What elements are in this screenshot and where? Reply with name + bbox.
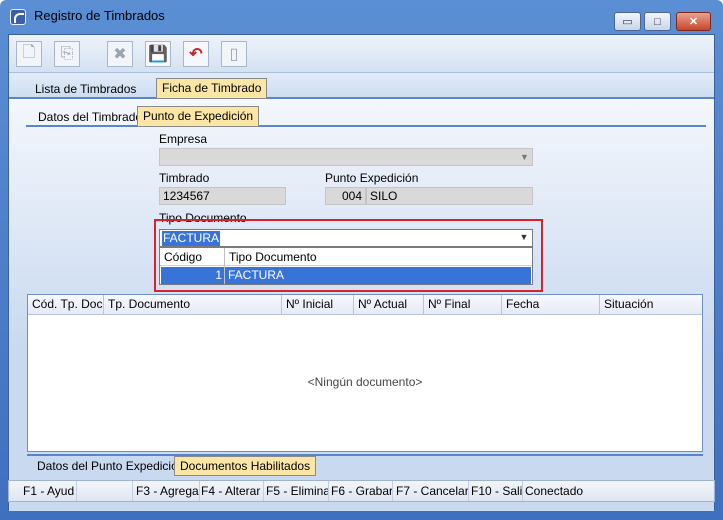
dropdown-row-tipo: FACTURA (228, 268, 285, 282)
grid-col-fecha[interactable]: Fecha (502, 295, 600, 315)
top-tab-strip: Lista de Timbrados Ficha de Timbrado (9, 73, 714, 99)
grid-col-cod-tp-doc[interactable]: Cód. Tp. Doc. (28, 295, 104, 315)
status-spacer (77, 481, 133, 501)
dropdown-col-codigo: Código (164, 250, 203, 264)
edit-document-icon[interactable]: ⎘ (54, 41, 80, 67)
tab-datos-timbrado[interactable]: Datos del Timbrado (32, 107, 148, 127)
bottom-tab-strip: Datos del Punto Expedición Documentos Ha… (27, 454, 703, 476)
status-connection: Conectado (525, 484, 584, 498)
grid-col-nro-actual[interactable]: Nº Actual (354, 295, 424, 315)
window-title: Registro de Timbrados (34, 8, 165, 23)
status-bar: F1 - Ayud F3 - Agrega F4 - Alterar F5 - … (8, 480, 715, 502)
tipo-documento-combo[interactable]: FACTURA ▼ (159, 229, 533, 247)
maximize-button[interactable]: □ (644, 12, 671, 31)
title-bar[interactable]: Registro de Timbrados ▭ □ ✕ (0, 0, 723, 34)
undo-icon[interactable]: ↶ (183, 41, 209, 67)
status-f7-cancelar[interactable]: F7 - Cancelar (396, 481, 469, 501)
sub-tab-strip: Datos del Timbrado Punto de Expedición (26, 105, 706, 127)
dropdown-row-codigo: 1 (215, 268, 222, 282)
grid-col-nro-final[interactable]: Nº Final (424, 295, 502, 315)
tipo-documento-dropdown: Código Tipo Documento 1 FACTURA (159, 247, 533, 285)
empresa-select[interactable]: ▼ (159, 148, 533, 166)
tab-lista-timbrados[interactable]: Lista de Timbrados (29, 79, 142, 99)
grid-empty-message: <Ningún documento> (307, 375, 423, 389)
exit-icon[interactable]: ▯ (221, 41, 247, 67)
new-document-icon[interactable]: 🗋 (16, 41, 42, 67)
dropdown-row[interactable]: 1 FACTURA (161, 267, 531, 284)
punto-expedicion-label: Punto Expedición (325, 171, 419, 185)
client-area: 🗋 ⎘ ✖ 💾 ↶ ▯ Lista de Timbrados Ficha de … (8, 34, 715, 511)
dropdown-col-tipo: Tipo Documento (229, 250, 317, 264)
grid-col-nro-inicial[interactable]: Nº Inicial (282, 295, 354, 315)
toolbar: 🗋 ⎘ ✖ 💾 ↶ ▯ (9, 35, 714, 73)
status-f1-ayuda[interactable]: F1 - Ayud (23, 481, 77, 501)
app-icon (10, 9, 26, 25)
grid-header: Cód. Tp. Doc. Tp. Documento Nº Inicial N… (28, 295, 702, 315)
status-f4-alterar[interactable]: F4 - Alterar (201, 481, 264, 501)
tab-datos-punto-expedicion[interactable]: Datos del Punto Expedición (31, 456, 190, 476)
documents-grid[interactable]: Cód. Tp. Doc. Tp. Documento Nº Inicial N… (27, 294, 703, 452)
grid-col-situacion[interactable]: Situación (600, 295, 702, 315)
status-f5-eliminar[interactable]: F5 - Elimina (266, 481, 329, 501)
close-button[interactable]: ✕ (676, 12, 711, 31)
application-window: Registro de Timbrados ▭ □ ✕ 🗋 ⎘ ✖ 💾 ↶ ▯ … (0, 0, 723, 520)
chevron-down-icon: ▼ (520, 152, 529, 162)
dropdown-header: Código Tipo Documento (160, 248, 532, 266)
tipo-documento-value: FACTURA (162, 231, 221, 246)
dropdown-column-divider (224, 248, 225, 284)
punto-name-field[interactable]: SILO (366, 187, 533, 205)
delete-icon[interactable]: ✖ (107, 41, 133, 67)
tab-documentos-habilitados[interactable]: Documentos Habilitados (174, 456, 317, 476)
punto-code-field[interactable]: 004 (325, 187, 366, 205)
timbrado-field[interactable]: 1234567 (159, 187, 286, 205)
status-f10-salir[interactable]: F10 - Salir (471, 481, 523, 501)
grid-col-tp-documento[interactable]: Tp. Documento (104, 295, 282, 315)
ficha-panel: Datos del Timbrado Punto de Expedición E… (9, 99, 714, 511)
empresa-label: Empresa (159, 132, 208, 146)
status-f6-grabar[interactable]: F6 - Grabar (331, 481, 393, 501)
chevron-down-icon[interactable]: ▼ (518, 232, 530, 244)
save-icon[interactable]: 💾 (145, 41, 171, 67)
minimize-button[interactable]: ▭ (614, 12, 641, 31)
tab-punto-expedicion[interactable]: Punto de Expedición (137, 106, 260, 127)
status-f3-agregar[interactable]: F3 - Agrega (136, 481, 200, 501)
tab-ficha-timbrado[interactable]: Ficha de Timbrado (156, 78, 268, 99)
timbrado-label: Timbrado (159, 171, 210, 185)
